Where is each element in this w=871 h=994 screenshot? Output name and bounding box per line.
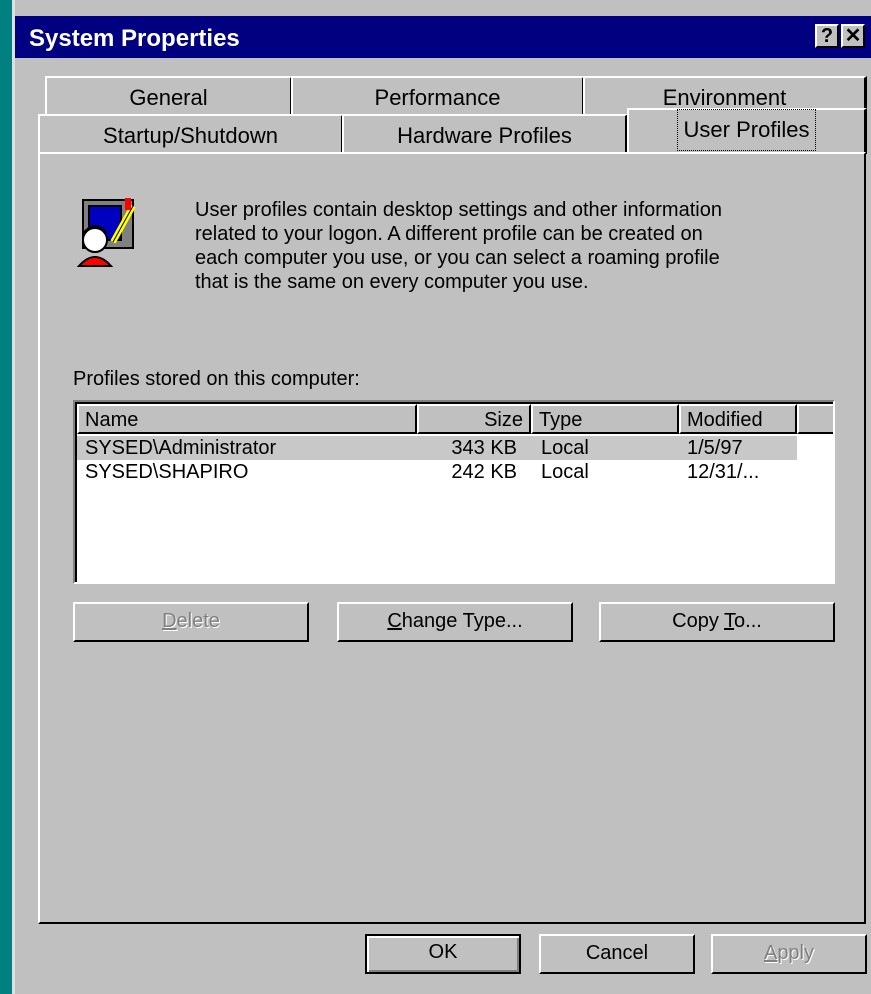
title-bar[interactable]: System Properties ? ✕ bbox=[15, 16, 871, 58]
profile-name: SYSED\SHAPIRO bbox=[85, 461, 249, 483]
profile-type: Local bbox=[541, 461, 589, 483]
description-line: each computer you use, or you can select… bbox=[195, 247, 720, 269]
tab-user-profiles-label: User Profiles bbox=[676, 109, 817, 151]
user-profile-icon bbox=[76, 198, 136, 267]
delete-label-post: elete bbox=[176, 610, 220, 632]
delete-accelerator: D bbox=[162, 610, 177, 632]
tab-general[interactable]: General bbox=[45, 76, 293, 114]
column-header-filler bbox=[797, 404, 833, 434]
column-header-size[interactable]: Size bbox=[417, 404, 531, 434]
apply-button[interactable]: Apply bbox=[711, 934, 867, 974]
change-type-label-post: hange Type... bbox=[401, 610, 523, 632]
apply-accelerator: A bbox=[763, 942, 778, 964]
delete-button[interactable]: Delete bbox=[73, 602, 309, 642]
copy-to-label-pre: Copy bbox=[672, 610, 725, 632]
description-line: related to your logon. A different profi… bbox=[195, 223, 703, 245]
column-header-modified[interactable]: Modified bbox=[679, 404, 797, 434]
copy-to-button[interactable]: Copy To... bbox=[599, 602, 835, 642]
profile-modified: 12/31/... bbox=[687, 461, 760, 483]
ok-button[interactable]: OK bbox=[365, 934, 521, 974]
cancel-button[interactable]: Cancel bbox=[539, 934, 695, 974]
tab-startup-shutdown[interactable]: Startup/Shutdown bbox=[38, 114, 344, 154]
tab-performance-label: Performance bbox=[374, 85, 501, 110]
tab-general-label: General bbox=[129, 85, 208, 110]
tab-performance[interactable]: Performance bbox=[291, 76, 585, 114]
table-row[interactable]: SYSED\Administrator 343 KB Local 1/5/97 bbox=[77, 436, 797, 460]
description-line: that is the same on every computer you u… bbox=[195, 271, 589, 293]
description-text: User profiles contain desktop settings a… bbox=[195, 198, 815, 294]
tab-startup-shutdown-label: Startup/Shutdown bbox=[103, 123, 278, 148]
table-row[interactable]: SYSED\SHAPIRO 242 KB Local 12/31/... bbox=[77, 460, 797, 484]
change-type-accelerator: C bbox=[387, 610, 402, 632]
description-line: User profiles contain desktop settings a… bbox=[195, 199, 722, 221]
system-properties-window: System Properties ? ✕ General Performanc… bbox=[12, 0, 871, 994]
copy-to-label-post: o... bbox=[734, 610, 762, 632]
column-header-type[interactable]: Type bbox=[531, 404, 679, 434]
profile-name: SYSED\Administrator bbox=[85, 437, 277, 459]
profiles-label: Profiles stored on this computer: bbox=[73, 368, 360, 390]
apply-label-post: pply bbox=[777, 942, 815, 964]
window-title: System Properties bbox=[29, 25, 240, 52]
profile-size: 242 KB bbox=[451, 461, 517, 483]
profile-type: Local bbox=[541, 437, 589, 459]
profile-modified: 1/5/97 bbox=[687, 437, 743, 459]
profile-size: 343 KB bbox=[451, 437, 517, 459]
change-type-button[interactable]: Change Type... bbox=[337, 602, 573, 642]
tab-user-profiles[interactable]: User Profiles bbox=[627, 108, 867, 154]
tab-hardware-profiles-label: Hardware Profiles bbox=[397, 123, 572, 148]
column-header-name[interactable]: Name bbox=[77, 404, 417, 434]
close-button[interactable]: ✕ bbox=[841, 24, 865, 48]
help-button[interactable]: ? bbox=[815, 24, 839, 48]
tab-hardware-profiles[interactable]: Hardware Profiles bbox=[342, 114, 628, 154]
copy-to-accelerator: T bbox=[724, 610, 735, 632]
profiles-list[interactable]: Name Size Type Modified SYSED\Administra… bbox=[73, 400, 835, 584]
